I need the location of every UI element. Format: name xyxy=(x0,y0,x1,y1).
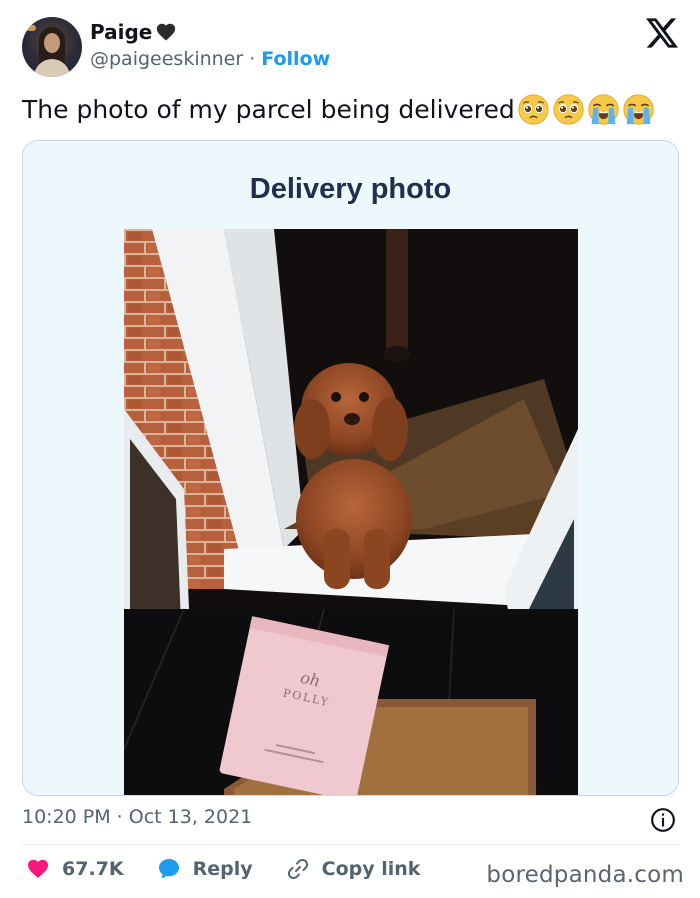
copy-link-button[interactable]: Copy link xyxy=(286,857,421,881)
parcel-brand-script: oh xyxy=(299,668,322,691)
reply-button[interactable]: Reply xyxy=(157,857,253,881)
like-count: 67.7K xyxy=(62,858,124,880)
x-logo-icon[interactable] xyxy=(646,18,678,48)
like-button[interactable]: 67.7K xyxy=(26,857,124,881)
avatar[interactable] xyxy=(22,17,82,77)
heart-icon xyxy=(28,859,48,878)
media-card[interactable]: Delivery photo oh POLLY xyxy=(22,140,679,796)
author-handle-row: @paigeeskinner · Follow xyxy=(90,48,330,70)
author-name[interactable]: Paige xyxy=(90,20,152,44)
loudly-crying-face-emoji-icon xyxy=(588,94,619,125)
loudly-crying-face-emoji-icon xyxy=(623,94,654,125)
card-title: Delivery photo xyxy=(249,173,452,205)
action-bar: 67.7K Reply Copy link xyxy=(26,857,453,881)
pleading-face-emoji-icon xyxy=(553,94,584,125)
black-heart-icon xyxy=(157,23,176,41)
follow-button[interactable]: Follow xyxy=(261,48,330,70)
tweet-text-row: The photo of my parcel being delivered xyxy=(22,93,655,126)
author-name-row[interactable]: Paige xyxy=(90,20,177,44)
speech-bubble-icon xyxy=(158,859,179,879)
delivery-photo-illustration: oh POLLY xyxy=(124,229,578,795)
tweet-text: The photo of my parcel being delivered xyxy=(22,95,515,124)
emoji-group xyxy=(517,93,655,126)
watermark: boredpanda.com xyxy=(486,862,684,888)
separator-dot: · xyxy=(249,48,256,70)
delivery-photo[interactable]: oh POLLY xyxy=(124,229,578,795)
tweet-timestamp[interactable]: 10:20 PM · Oct 13, 2021 xyxy=(22,806,252,828)
author-handle[interactable]: @paigeeskinner xyxy=(90,48,243,70)
link-icon xyxy=(287,858,308,880)
reply-label: Reply xyxy=(192,858,253,880)
pleading-face-emoji-icon xyxy=(518,94,549,125)
divider xyxy=(22,844,678,845)
info-icon[interactable] xyxy=(650,807,676,833)
copy-link-label: Copy link xyxy=(321,858,421,880)
